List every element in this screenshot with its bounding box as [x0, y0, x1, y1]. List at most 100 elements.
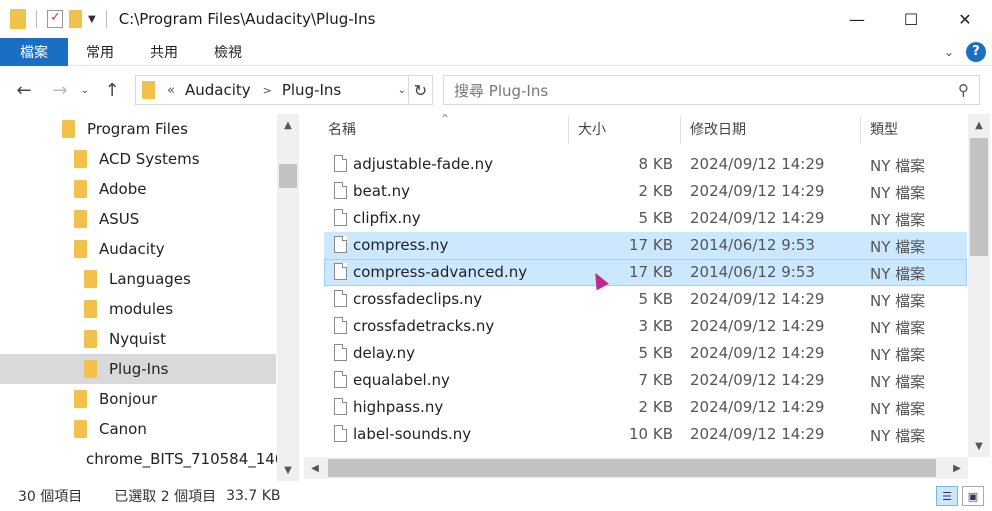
search-input[interactable]: 搜尋 Plug-Ins ⚲	[443, 75, 980, 105]
file-row[interactable]: label-sounds.ny 10 KB 2024/09/12 14:29 NY 檔…	[324, 421, 967, 448]
address-bar[interactable]: « Audacity > Plug-Ins ⌄ ↻	[135, 75, 433, 105]
file-name: label-sounds.ny	[353, 425, 472, 443]
tab-share[interactable]: 共用	[132, 38, 196, 66]
column-header-size[interactable]: 大小	[578, 114, 606, 144]
nav-pane-scrollbar[interactable]: ▲ ▼	[277, 114, 299, 481]
file-icon	[334, 371, 347, 388]
file-icon	[334, 263, 347, 280]
breadcrumb-overflow[interactable]: «	[167, 83, 175, 98]
scroll-down-arrow-icon[interactable]: ▼	[968, 435, 990, 457]
chevron-right-icon[interactable]: >	[263, 84, 272, 97]
tree-item[interactable]: Bonjour	[0, 384, 276, 414]
window-title: C:\Program Files\Audacity\Plug-Ins	[118, 10, 376, 28]
file-size: 17 KB	[629, 236, 673, 254]
file-type: NY 檔案	[870, 184, 926, 202]
column-header-name[interactable]: 名稱	[328, 114, 356, 144]
title-bar: ▼ C:\Program Files\Audacity\Plug-Ins — ☐…	[0, 0, 992, 38]
file-row[interactable]: compress.ny 17 KB 2014/06/12 9:53 NY 檔案	[324, 232, 967, 259]
refresh-button[interactable]: ↻	[408, 76, 432, 104]
tree-item[interactable]: Languages	[0, 264, 276, 294]
file-size: 5 KB	[638, 344, 673, 362]
expand-ribbon-chevron-icon[interactable]: ⌄	[944, 45, 954, 59]
file-size: 2 KB	[638, 182, 673, 200]
tree-item[interactable]: ACD Systems	[0, 144, 276, 174]
tree-item[interactable]: Audacity	[0, 234, 276, 264]
navigation-bar: ← → ⌄ ↑ « Audacity > Plug-Ins ⌄ ↻ 搜尋 Plu…	[0, 66, 992, 114]
file-list-scrollbar[interactable]: ▲ ▼	[968, 114, 990, 457]
file-row[interactable]: delay.ny 5 KB 2024/09/12 14:29 NY 檔案	[324, 340, 967, 367]
minimize-button[interactable]: —	[830, 0, 884, 38]
file-row[interactable]: adjustable-fade.ny 8 KB 2024/09/12 14:29 NY…	[324, 151, 967, 178]
maximize-button[interactable]: ☐	[884, 0, 938, 38]
file-name: compress.ny	[353, 236, 449, 254]
file-row[interactable]: clipfix.ny 5 KB 2024/09/12 14:29 NY 檔案	[324, 205, 967, 232]
tree-item-label: Audacity	[99, 240, 165, 258]
scroll-right-arrow-icon[interactable]: ▶	[946, 457, 968, 479]
tab-view[interactable]: 檢視	[196, 38, 260, 66]
file-row[interactable]: equalabel.ny 7 KB 2024/09/12 14:29 NY 檔案	[324, 367, 967, 394]
scroll-thumb[interactable]	[279, 164, 297, 188]
column-divider[interactable]	[680, 116, 681, 144]
details-view-icon[interactable]: ☰	[936, 486, 958, 506]
up-button[interactable]: ↑	[98, 76, 126, 104]
file-name: adjustable-fade.ny	[353, 155, 493, 173]
scroll-thumb[interactable]	[970, 138, 988, 256]
tree-item[interactable]: modules	[0, 294, 276, 324]
properties-icon[interactable]	[47, 10, 63, 28]
tree-item[interactable]: Adobe	[0, 174, 276, 204]
divider	[105, 10, 107, 28]
tree-item[interactable]: Canon	[0, 414, 276, 444]
column-header-date[interactable]: 修改日期	[690, 114, 746, 144]
chevron-down-icon[interactable]: ⌄	[398, 85, 406, 96]
file-size: 8 KB	[638, 155, 673, 173]
file-row[interactable]: crossfadeclips.ny 5 KB 2024/09/12 14:29 NY …	[324, 286, 967, 313]
tree-item[interactable]: Program Files	[0, 114, 276, 144]
back-button[interactable]: ←	[10, 76, 38, 104]
ribbon-tabs: 檔案 常用 共用 檢視 ⌄ ?	[0, 37, 992, 66]
file-row[interactable]: compress-advanced.ny 17 KB 2014/06/12 9:53…	[324, 259, 967, 286]
close-button[interactable]: ✕	[938, 0, 992, 38]
search-icon[interactable]: ⚲	[958, 81, 969, 99]
large-icons-view-icon[interactable]: ▣	[962, 486, 984, 506]
new-folder-icon[interactable]	[69, 10, 82, 28]
tree-item[interactable]: chrome_BITS_710584_140	[0, 444, 284, 474]
folder-icon	[74, 420, 87, 438]
file-row[interactable]: highpass.ny 2 KB 2024/09/12 14:29 NY 檔案	[324, 394, 967, 421]
help-button[interactable]: ?	[966, 41, 986, 62]
forward-button[interactable]: →	[46, 76, 74, 104]
scroll-thumb[interactable]	[328, 459, 936, 477]
file-list: ⌃ 名稱 大小 修改日期 類型 adjustable-fade.ny 8 KB 20…	[300, 114, 992, 481]
file-size: 5 KB	[638, 209, 673, 227]
folder-icon	[74, 390, 87, 408]
file-row[interactable]: crossfadetracks.ny 3 KB 2024/09/12 14:29 NY…	[324, 313, 967, 340]
tree-item[interactable]: Plug-Ins	[0, 354, 276, 384]
scroll-left-arrow-icon[interactable]: ◀	[304, 457, 326, 479]
tab-home[interactable]: 常用	[68, 38, 132, 66]
tree-item[interactable]: Nyquist	[0, 324, 276, 354]
file-type: NY 檔案	[870, 373, 926, 391]
file-list-horizontal-scrollbar[interactable]: ◀ ▶	[304, 457, 968, 479]
column-divider[interactable]	[860, 116, 861, 144]
breadcrumb-plug-ins[interactable]: Plug-Ins	[282, 81, 341, 99]
scroll-up-arrow-icon[interactable]: ▲	[277, 114, 299, 136]
tree-item[interactable]: ASUS	[0, 204, 276, 234]
file-name: highpass.ny	[353, 398, 444, 416]
customize-toolbar-dropdown-icon[interactable]: ▼	[88, 14, 96, 25]
breadcrumb-audacity[interactable]: Audacity	[185, 81, 251, 99]
sort-ascending-icon: ⌃	[440, 114, 451, 126]
file-row[interactable]: beat.ny 2 KB 2024/09/12 14:29 NY 檔案	[324, 178, 967, 205]
recent-locations-dropdown[interactable]: ⌄	[76, 76, 94, 104]
file-name: compress-advanced.ny	[353, 263, 528, 281]
column-header-type[interactable]: 類型	[870, 114, 898, 144]
file-date: 2024/09/12 14:29	[690, 155, 825, 173]
search-placeholder: 搜尋 Plug-Ins	[454, 81, 549, 100]
scroll-up-arrow-icon[interactable]: ▲	[968, 114, 990, 136]
file-icon	[334, 290, 347, 307]
quick-access-toolbar: ▼	[0, 9, 111, 29]
tab-file[interactable]: 檔案	[0, 37, 68, 66]
window-controls: — ☐ ✕	[830, 0, 992, 38]
column-divider[interactable]	[568, 116, 569, 144]
scroll-down-arrow-icon[interactable]: ▼	[277, 459, 299, 481]
tree-item-label: Bonjour	[99, 390, 157, 408]
file-date: 2014/06/12 9:53	[690, 263, 815, 281]
